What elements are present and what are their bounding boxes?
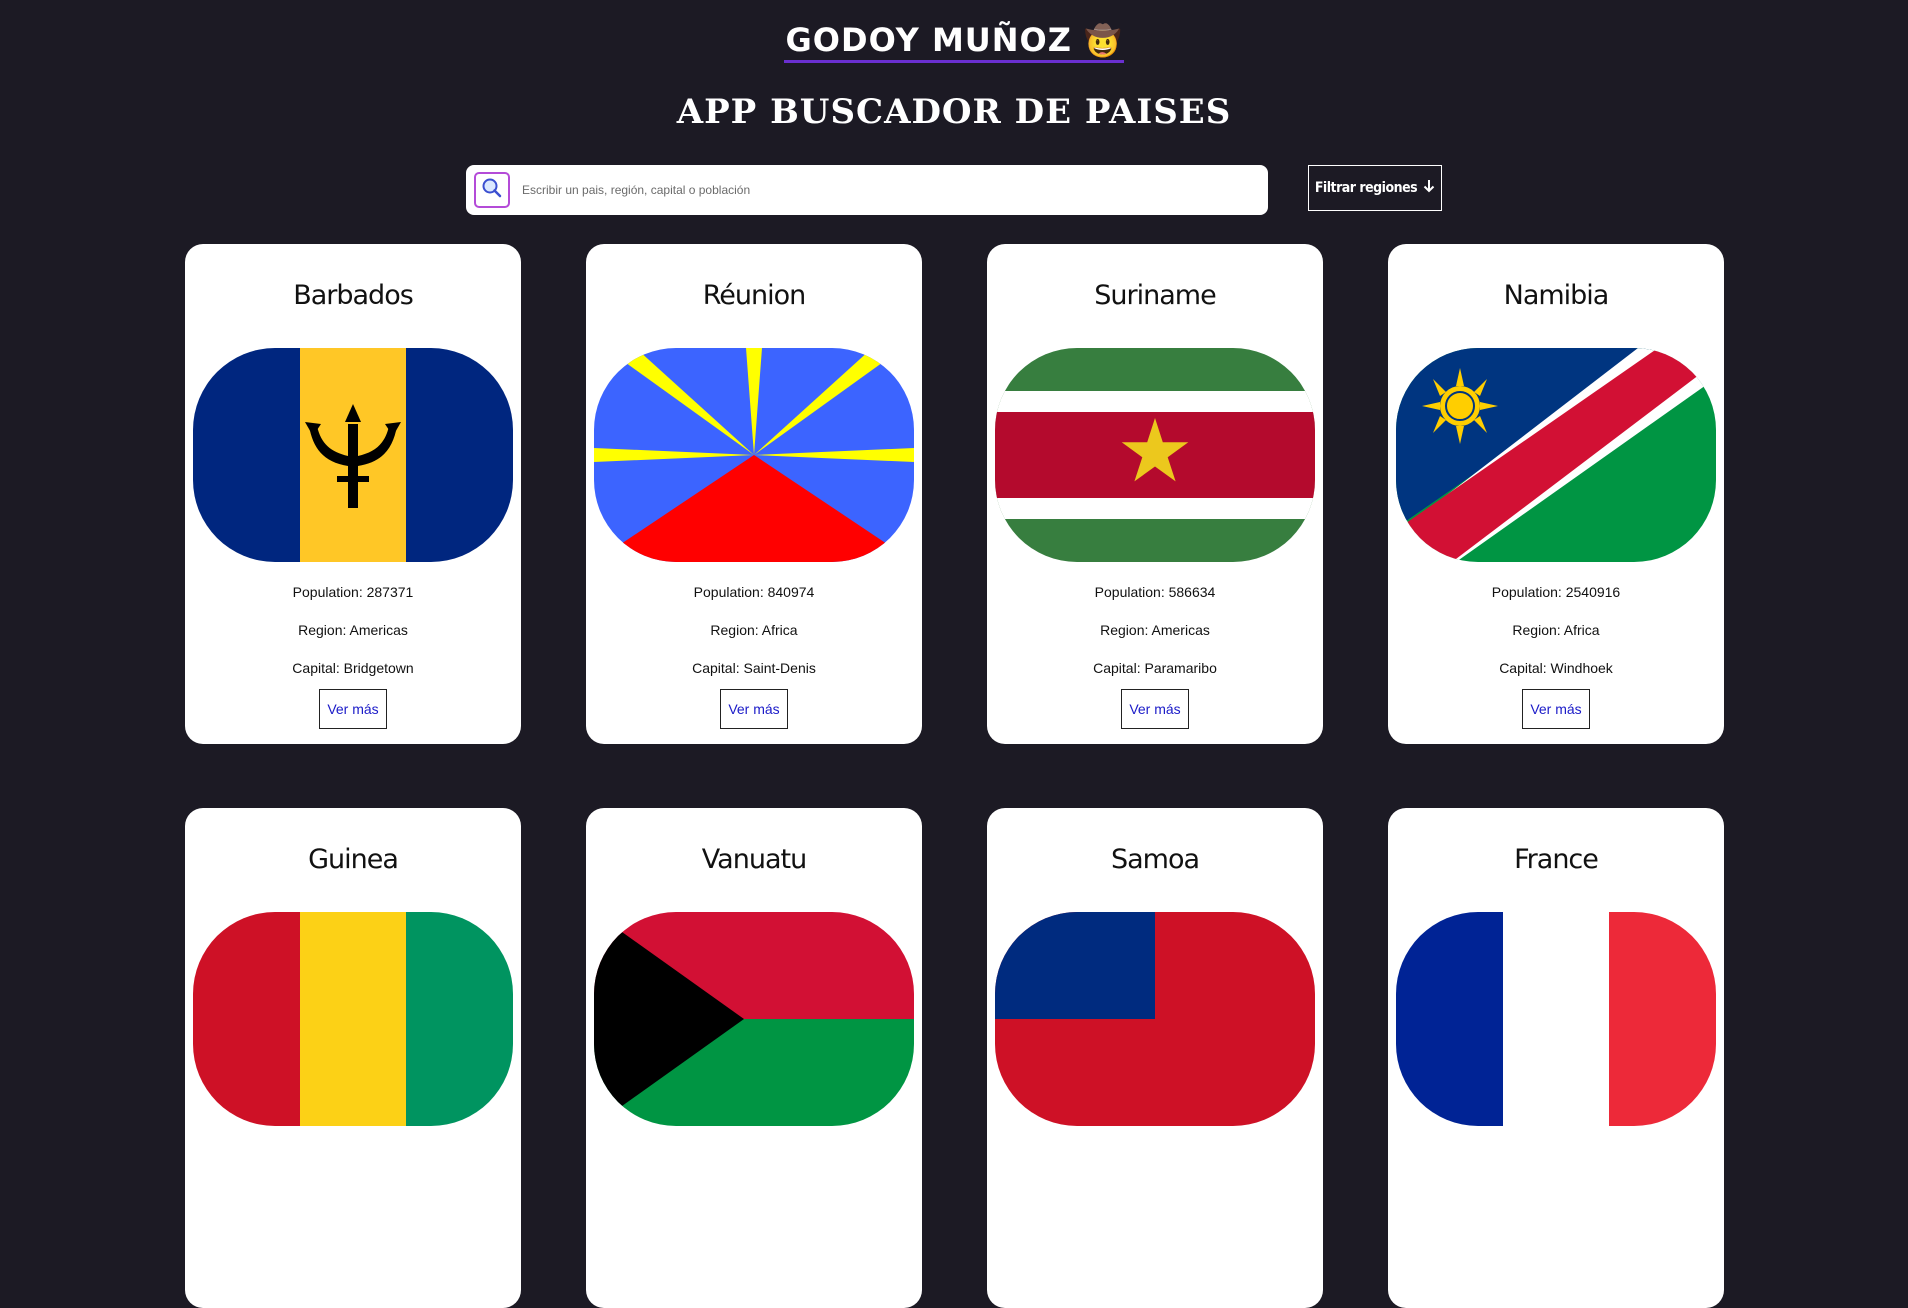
population-value: 840974 [767, 584, 815, 600]
country-name: Samoa [1110, 844, 1200, 875]
region-label: Region: [710, 622, 759, 638]
capital-value: Windhoek [1550, 660, 1613, 676]
region-value: Africa [761, 622, 798, 638]
country-name: Réunion [702, 280, 807, 311]
region-label: Region: [1512, 622, 1561, 638]
country-name: Guinea [308, 844, 399, 875]
country-card: France [1388, 808, 1724, 1308]
capital-text: Capital: Saint-Denis [586, 660, 922, 676]
population-value: 287371 [366, 584, 414, 600]
capital-text: Capital: Bridgetown [185, 660, 521, 676]
country-flag [193, 912, 513, 1126]
brand-name: GODOY MUÑOZ [785, 21, 1072, 59]
country-flag [995, 912, 1315, 1126]
capital-label: Capital: [1499, 660, 1547, 676]
population-value: 586634 [1168, 584, 1216, 600]
country-name: Vanuatu [701, 844, 807, 875]
brand-link[interactable]: GODOY MUÑOZ 🤠 [783, 21, 1125, 63]
population-label: Population: [693, 584, 764, 600]
country-card: Barbados Population: 287371 Region: Amer… [185, 244, 521, 744]
region-text: Region: Africa [586, 622, 922, 638]
population-value: 2540916 [1565, 584, 1621, 600]
population-text: Population: 840974 [586, 584, 922, 600]
country-card: Vanuatu [586, 808, 922, 1308]
capital-value: Paramaribo [1144, 660, 1217, 676]
region-text: Region: Americas [987, 622, 1323, 638]
filter-regions-button[interactable]: Filtrar regiones [1308, 165, 1442, 211]
country-name: Namibia [1503, 280, 1610, 311]
country-card: Suriname Population: 586634 Region: Amer… [987, 244, 1323, 744]
country-name: Suriname [1094, 280, 1216, 311]
region-value: Americas [1151, 622, 1210, 638]
country-flag [594, 348, 914, 562]
country-card: Samoa [987, 808, 1323, 1308]
capital-label: Capital: [1093, 660, 1141, 676]
capital-label: Capital: [292, 660, 340, 676]
region-text: Region: Africa [1388, 622, 1724, 638]
region-text: Region: Americas [185, 622, 521, 638]
country-flag [193, 348, 513, 562]
country-card: Réunion Population: 840974 Region: Afric… [586, 244, 922, 744]
ver-mas-button[interactable]: Ver más [1522, 689, 1590, 729]
country-card: Namibia Population: 2540916 Region: Afri… [1388, 244, 1724, 744]
country-flag [594, 912, 914, 1126]
search-bar [466, 165, 1268, 215]
search-icon [481, 177, 503, 203]
population-label: Population: [1094, 584, 1165, 600]
search-button[interactable] [474, 172, 510, 208]
population-text: Population: 586634 [987, 584, 1323, 600]
region-value: Africa [1563, 622, 1600, 638]
cowboy-emoji-icon: 🤠 [1084, 24, 1123, 59]
capital-value: Bridgetown [343, 660, 414, 676]
ver-mas-button[interactable]: Ver más [720, 689, 788, 729]
country-name: Barbados [293, 280, 414, 311]
country-flag [1396, 348, 1716, 562]
capital-text: Capital: Windhoek [1388, 660, 1724, 676]
brand-header: GODOY MUÑOZ 🤠 [0, 22, 1908, 63]
country-card: Guinea [185, 808, 521, 1308]
capital-value: Saint-Denis [743, 660, 816, 676]
population-text: Population: 2540916 [1388, 584, 1724, 600]
page-title: APP BUSCADOR DE PAISES [676, 92, 1232, 132]
country-flag [1396, 912, 1716, 1126]
search-input[interactable] [520, 174, 1268, 206]
population-label: Population: [1491, 584, 1562, 600]
population-text: Population: 287371 [185, 584, 521, 600]
ver-mas-button[interactable]: Ver más [1121, 689, 1189, 729]
capital-label: Capital: [692, 660, 740, 676]
country-name: France [1514, 844, 1599, 875]
region-label: Region: [1100, 622, 1149, 638]
arrow-down-icon [1423, 179, 1435, 197]
population-label: Population: [292, 584, 363, 600]
capital-text: Capital: Paramaribo [987, 660, 1323, 676]
region-label: Region: [298, 622, 347, 638]
filter-label: Filtrar regiones [1314, 180, 1418, 196]
region-value: Americas [349, 622, 408, 638]
ver-mas-button[interactable]: Ver más [319, 689, 387, 729]
country-flag [995, 348, 1315, 562]
